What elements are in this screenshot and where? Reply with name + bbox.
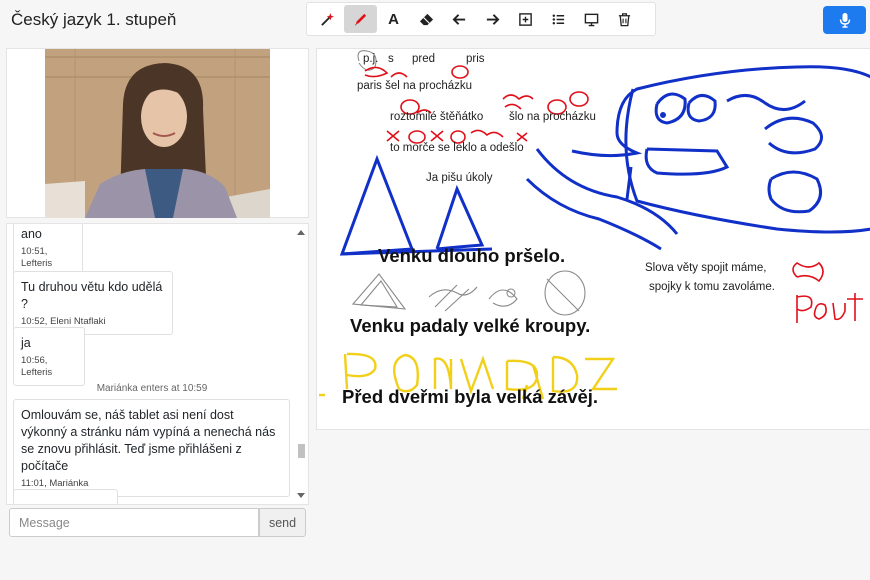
- board-text: pred: [412, 53, 436, 65]
- webcam-video: [45, 49, 270, 218]
- text-tool-button[interactable]: A: [377, 5, 410, 33]
- list-icon: [552, 14, 565, 24]
- chat-message: Tu druhou větu kdo udělá ? 10:52, Eleni …: [13, 271, 173, 335]
- monitor-icon: [584, 13, 599, 26]
- text-icon: A: [388, 10, 399, 28]
- chat-panel: ano 10:51, Lefteris Tu druhou větu kdo u…: [6, 223, 309, 505]
- system-message: Mariánka enters at 10:59: [96, 383, 208, 394]
- chat-message: Omlouvám se, náš tablet asi není dost vý…: [13, 399, 290, 497]
- board-text: roztomilé štěňátko: [390, 111, 484, 123]
- chat-message: ja 10:56, Lefteris: [13, 327, 85, 386]
- blue-ink-strokes: [339, 65, 870, 256]
- message-text: ano: [21, 227, 42, 241]
- eraser-icon: [419, 13, 434, 25]
- board-text: p.j.: [363, 53, 379, 65]
- board-sentence: Venku dlouho pršelo.: [378, 245, 566, 266]
- microphone-icon: [839, 13, 850, 28]
- board-text: spojky k tomu zavoláme.: [649, 281, 775, 293]
- arrow-left-icon: [452, 13, 466, 25]
- scroll-up-icon[interactable]: [297, 230, 305, 235]
- message-meta: 10:56, Lefteris: [21, 355, 53, 378]
- add-page-button[interactable]: [509, 5, 542, 33]
- chat-scrollbar[interactable]: [296, 226, 306, 502]
- board-text: Ja pišu úkoly: [426, 172, 493, 184]
- magic-wand-tool-button[interactable]: [311, 5, 344, 33]
- pen-tool-button[interactable]: [344, 5, 377, 33]
- plus-square-icon: [519, 12, 532, 26]
- message-meta: 10:51, Lefteris: [21, 246, 53, 269]
- board-text: paris šel na procházku: [357, 80, 473, 92]
- page-title: Český jazyk 1. stupeň: [11, 10, 177, 29]
- board-text: Slova věty spojit máme,: [645, 262, 767, 274]
- eraser-tool-button[interactable]: [410, 5, 443, 33]
- board-text: s: [388, 53, 394, 65]
- microphone-button[interactable]: [823, 6, 866, 34]
- video-panel: [6, 48, 309, 218]
- message-text: ja: [21, 336, 31, 350]
- message-text: Omlouvám se, náš tablet asi není dost vý…: [21, 408, 276, 473]
- pencil-icon: [354, 13, 367, 25]
- send-button[interactable]: send: [259, 508, 306, 537]
- message-input[interactable]: [9, 508, 259, 537]
- undo-button[interactable]: [443, 5, 476, 33]
- pages-list-button[interactable]: [542, 5, 575, 33]
- message-text: Tu druhou větu kdo udělá ?: [21, 280, 163, 311]
- clear-board-button[interactable]: [608, 5, 641, 33]
- redo-button[interactable]: [476, 5, 509, 33]
- chat-message-partial: [13, 489, 118, 504]
- share-screen-button[interactable]: [575, 5, 608, 33]
- magic-wand-icon: [321, 12, 335, 26]
- chat-message: ano 10:51, Lefteris: [13, 224, 83, 277]
- board-text: to morče se leklo a odešlo: [390, 142, 524, 154]
- arrow-right-icon: [486, 13, 500, 25]
- scrollbar-thumb[interactable]: [298, 444, 305, 458]
- board-sentence: Venku padaly velké kroupy.: [350, 315, 591, 336]
- board-text: pris: [466, 53, 485, 65]
- board-text: šlo na procházku: [509, 111, 596, 123]
- board-sentence: Před dveřmi byla velká závěj.: [342, 386, 599, 407]
- drawing-toolbar: A: [306, 2, 656, 36]
- trash-icon: [618, 12, 631, 26]
- scroll-down-icon[interactable]: [297, 493, 305, 498]
- app-window: Český jazyk 1. stupeň A ano 10:51, Lefte…: [0, 0, 870, 580]
- whiteboard-canvas[interactable]: p.j. s pred pris paris šel na procházku …: [316, 48, 870, 430]
- ink-layer: [319, 50, 870, 400]
- red-ink-strokes: [364, 65, 863, 323]
